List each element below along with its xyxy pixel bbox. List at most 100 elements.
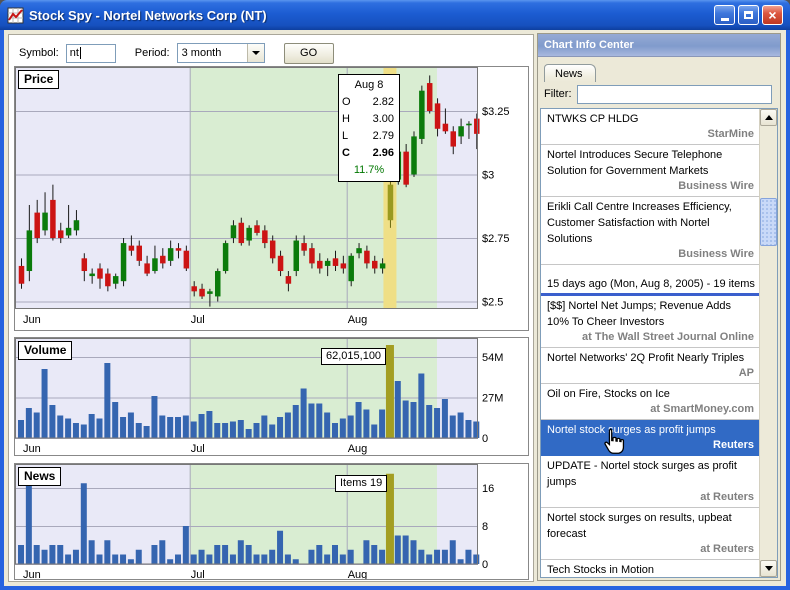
scrollbar-thumb[interactable]: [760, 198, 777, 246]
news-chart: 16 8 0 Jun Jul Aug News Items 19: [14, 463, 529, 580]
tooltip-open: 2.82: [355, 94, 396, 111]
chart-panel: Symbol: nt Period: 3 month GO $3.25 $3 $2.…: [8, 34, 534, 582]
info-panel-header: Chart Info Center: [538, 34, 780, 57]
news-item-title: Nortel Networks' 2Q Profit Nearly Triple…: [547, 350, 757, 366]
news-item-source: at Reuters: [547, 542, 757, 557]
scrollbar-track[interactable]: [760, 126, 777, 560]
app-icon: [7, 7, 24, 24]
chart-toolbar: Symbol: nt Period: 3 month GO: [19, 42, 334, 64]
hand-cursor-icon: [599, 427, 625, 457]
svg-text:Jul: Jul: [191, 314, 205, 326]
scroll-up-button[interactable]: [760, 109, 777, 126]
price-chart: $3.25 $3 $2.75 $2.5 Jun Jul Aug Price Aug 8 O2…: [14, 66, 529, 331]
news-rows: NTWKS CP HLDGStarMineNortel Introduces S…: [541, 109, 760, 577]
close-button[interactable]: ×: [762, 5, 783, 25]
svg-text:$3.25: $3.25: [482, 106, 510, 118]
news-item[interactable]: [$$] Nortel Net Jumps; Revenue Adds 10% …: [541, 296, 760, 348]
news-item-title: Nortel stock surges on results, upbeat f…: [547, 510, 757, 542]
news-item-source: AP: [547, 366, 757, 381]
news-chart-tooltip: Items 19: [335, 475, 387, 492]
news-item[interactable]: Nortel stock surges on results, upbeat f…: [541, 508, 760, 560]
volume-plot[interactable]: 54M 27M 0 Jun Jul Aug: [15, 338, 528, 455]
volume-chart: 54M 27M 0 Jun Jul Aug Volume 62,015,100: [14, 337, 529, 456]
svg-text:Jun: Jun: [23, 314, 41, 326]
news-chart-label: News: [18, 467, 61, 486]
svg-text:0: 0: [482, 433, 488, 445]
chevron-down-icon[interactable]: [247, 44, 264, 62]
news-item[interactable]: Tech Stocks in Motion: [541, 560, 760, 577]
symbol-input[interactable]: nt: [66, 44, 116, 63]
news-item-title: [$$] Nortel Net Jumps; Revenue Adds 10% …: [547, 298, 757, 330]
svg-text:$2.5: $2.5: [482, 297, 503, 309]
symbol-label: Symbol:: [19, 47, 59, 59]
news-item-source: StarMine: [547, 127, 757, 142]
arrow-up-icon: [765, 115, 773, 120]
svg-text:Jun: Jun: [23, 443, 41, 455]
news-item-title: Tech Stocks in Motion: [547, 562, 757, 577]
news-item-source: Business Wire: [547, 247, 757, 262]
svg-text:Jun: Jun: [23, 569, 41, 579]
volume-chart-label: Volume: [18, 341, 72, 360]
news-item[interactable]: Nortel Introduces Secure Telephone Solut…: [541, 145, 760, 197]
window-content: Symbol: nt Period: 3 month GO $3.25 $3 $2.…: [4, 30, 786, 586]
window-title: Stock Spy - Nortel Networks Corp (NT): [29, 8, 714, 23]
news-item-source: at Reuters: [547, 490, 757, 505]
news-item-source: at SmartMoney.com: [547, 402, 757, 417]
tooltip-low: 2.79: [355, 128, 396, 145]
news-item-source: Reuters: [547, 438, 757, 453]
price-plot[interactable]: $3.25 $3 $2.75 $2.5 Jun Jul Aug: [15, 67, 528, 330]
period-select[interactable]: 3 month: [177, 43, 265, 63]
tab-news[interactable]: News: [544, 64, 596, 82]
svg-text:27M: 27M: [482, 393, 503, 405]
maximize-button[interactable]: [738, 5, 759, 25]
svg-text:16: 16: [482, 483, 494, 495]
svg-text:Aug: Aug: [348, 443, 368, 455]
news-item-title: Oil on Fire, Stocks on Ice: [547, 386, 757, 402]
tooltip-close: 2.96: [355, 145, 396, 162]
news-item-selected[interactable]: Nortel stock surges as profit jumpsReute…: [541, 420, 760, 456]
minimize-button[interactable]: [714, 5, 735, 25]
titlebar[interactable]: Stock Spy - Nortel Networks Corp (NT) ×: [0, 0, 790, 30]
price-chart-label: Price: [18, 70, 59, 89]
info-panel: Chart Info Center News Filter: NTWKS CP …: [537, 33, 781, 581]
news-item[interactable]: NTWKS CP HLDGStarMine: [541, 109, 760, 145]
volume-tooltip: 62,015,100: [321, 348, 386, 365]
svg-text:8: 8: [482, 521, 488, 533]
news-item[interactable]: Nortel Networks' 2Q Profit Nearly Triple…: [541, 348, 760, 384]
news-item-source: at The Wall Street Journal Online: [547, 330, 757, 345]
svg-text:Jul: Jul: [191, 443, 205, 455]
svg-text:$2.75: $2.75: [482, 233, 510, 245]
news-item[interactable]: Oil on Fire, Stocks on Iceat SmartMoney.…: [541, 384, 760, 420]
tooltip-high: 3.00: [355, 111, 396, 128]
text-caret: [80, 47, 81, 59]
tab-bar: News: [538, 57, 780, 82]
svg-text:0: 0: [482, 559, 488, 571]
news-scrollbar[interactable]: [759, 109, 777, 577]
app-window: Stock Spy - Nortel Networks Corp (NT) × …: [0, 0, 790, 590]
news-item-source: Business Wire: [547, 179, 757, 194]
news-item[interactable]: Erikli Call Centre Increases Efficiency,…: [541, 197, 760, 265]
svg-text:$3: $3: [482, 170, 494, 182]
news-list: NTWKS CP HLDGStarMineNortel Introduces S…: [540, 108, 778, 578]
svg-text:54M: 54M: [482, 352, 503, 364]
svg-text:Jul: Jul: [191, 569, 205, 579]
period-label: Period:: [135, 47, 170, 59]
tooltip-change-pct: 11.7%: [342, 162, 396, 179]
news-item-title: Nortel Introduces Secure Telephone Solut…: [547, 147, 757, 179]
filter-label: Filter:: [544, 88, 572, 100]
price-tooltip: Aug 8 O2.82 H3.00 L2.79 C2.96 11.7%: [338, 74, 400, 182]
filter-input[interactable]: [577, 85, 773, 104]
news-item[interactable]: UPDATE - Nortel stock surges as profit j…: [541, 456, 760, 508]
news-item-title: UPDATE - Nortel stock surges as profit j…: [547, 458, 757, 490]
tooltip-date: Aug 8: [342, 77, 396, 94]
news-item-title: Nortel stock surges as profit jumps: [547, 422, 757, 438]
filter-row: Filter:: [538, 82, 780, 106]
svg-text:Aug: Aug: [348, 314, 368, 326]
news-item-title: Erikli Call Centre Increases Efficiency,…: [547, 199, 757, 247]
news-plot[interactable]: 16 8 0 Jun Jul Aug: [15, 464, 528, 579]
go-button[interactable]: GO: [284, 43, 334, 64]
svg-text:Aug: Aug: [348, 569, 368, 579]
scroll-down-button[interactable]: [760, 560, 777, 577]
arrow-down-icon: [765, 566, 773, 571]
news-item-title: NTWKS CP HLDG: [547, 111, 757, 127]
